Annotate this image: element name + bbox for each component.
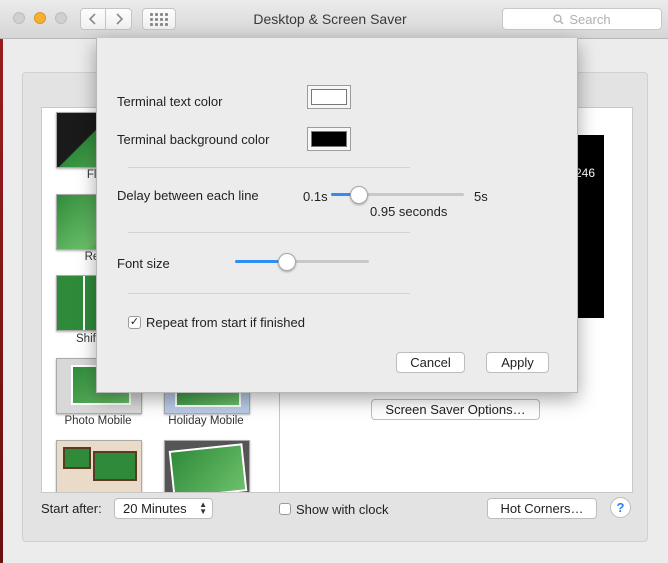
repeat-checkbox[interactable]: ✓	[128, 316, 141, 329]
minimize-window-button[interactable]	[34, 12, 46, 24]
window-title: Desktop & Screen Saver	[253, 11, 407, 27]
zoom-window-button[interactable]	[55, 12, 67, 24]
grid-icon	[150, 12, 168, 26]
start-after-select[interactable]: 20 Minutes ▲ ▼	[114, 498, 213, 519]
repeat-label: Repeat from start if finished	[146, 315, 305, 330]
saver-thumb-vintage-prints[interactable]	[56, 440, 142, 492]
cancel-button[interactable]: Cancel	[396, 352, 465, 373]
chevron-right-icon	[115, 13, 123, 25]
show-all-button[interactable]	[142, 8, 176, 30]
text-color-swatch	[311, 89, 347, 105]
search-placeholder: Search	[569, 11, 611, 27]
apply-button[interactable]: Apply	[486, 352, 549, 373]
separator	[128, 167, 410, 168]
delay-slider-knob[interactable]	[349, 186, 368, 204]
saver-thumb-classic[interactable]	[164, 440, 250, 492]
help-button[interactable]: ?	[610, 497, 631, 518]
saver-label-holiday-mobile: Holiday Mobile	[168, 415, 244, 427]
help-icon: ?	[616, 500, 625, 515]
preview-text: 246	[575, 166, 596, 180]
saver-label-photo-mobile: Photo Mobile	[64, 415, 132, 427]
search-field[interactable]: Search	[502, 8, 662, 30]
background-color-swatch	[311, 131, 347, 147]
search-icon	[553, 13, 564, 24]
terminal-text-color-well[interactable]	[307, 85, 351, 109]
back-button[interactable]	[80, 8, 106, 30]
show-with-clock-label: Show with clock	[296, 502, 389, 517]
font-size-slider-knob[interactable]	[277, 253, 296, 271]
separator	[128, 232, 410, 233]
terminal-background-color-label: Terminal background color	[117, 132, 270, 147]
delay-max-label: 5s	[474, 189, 488, 204]
checkmark-icon: ✓	[129, 316, 140, 328]
show-with-clock-checkbox[interactable]	[279, 503, 291, 515]
desktop-edge	[0, 0, 3, 563]
separator	[128, 293, 410, 294]
delay-label: Delay between each line	[117, 188, 259, 203]
chevron-left-icon	[89, 13, 96, 25]
start-after-label: Start after:	[41, 501, 102, 516]
delay-min-label: 0.1s	[303, 189, 328, 204]
preview-screen: 246	[575, 135, 604, 318]
close-window-button[interactable]	[13, 12, 25, 24]
start-after-value: 20 Minutes	[123, 501, 187, 516]
forward-button[interactable]	[106, 8, 132, 30]
terminal-background-color-well[interactable]	[307, 127, 351, 151]
delay-value-label: 0.95 seconds	[370, 204, 448, 219]
popup-arrows-icon: ▲ ▼	[199, 500, 207, 516]
screen-saver-options-button[interactable]: Screen Saver Options…	[371, 399, 540, 420]
hot-corners-button[interactable]: Hot Corners…	[487, 498, 597, 519]
window-toolbar: Desktop & Screen Saver Search	[0, 0, 668, 39]
font-size-label: Font size	[117, 256, 170, 271]
terminal-text-color-label: Terminal text color	[117, 94, 223, 109]
